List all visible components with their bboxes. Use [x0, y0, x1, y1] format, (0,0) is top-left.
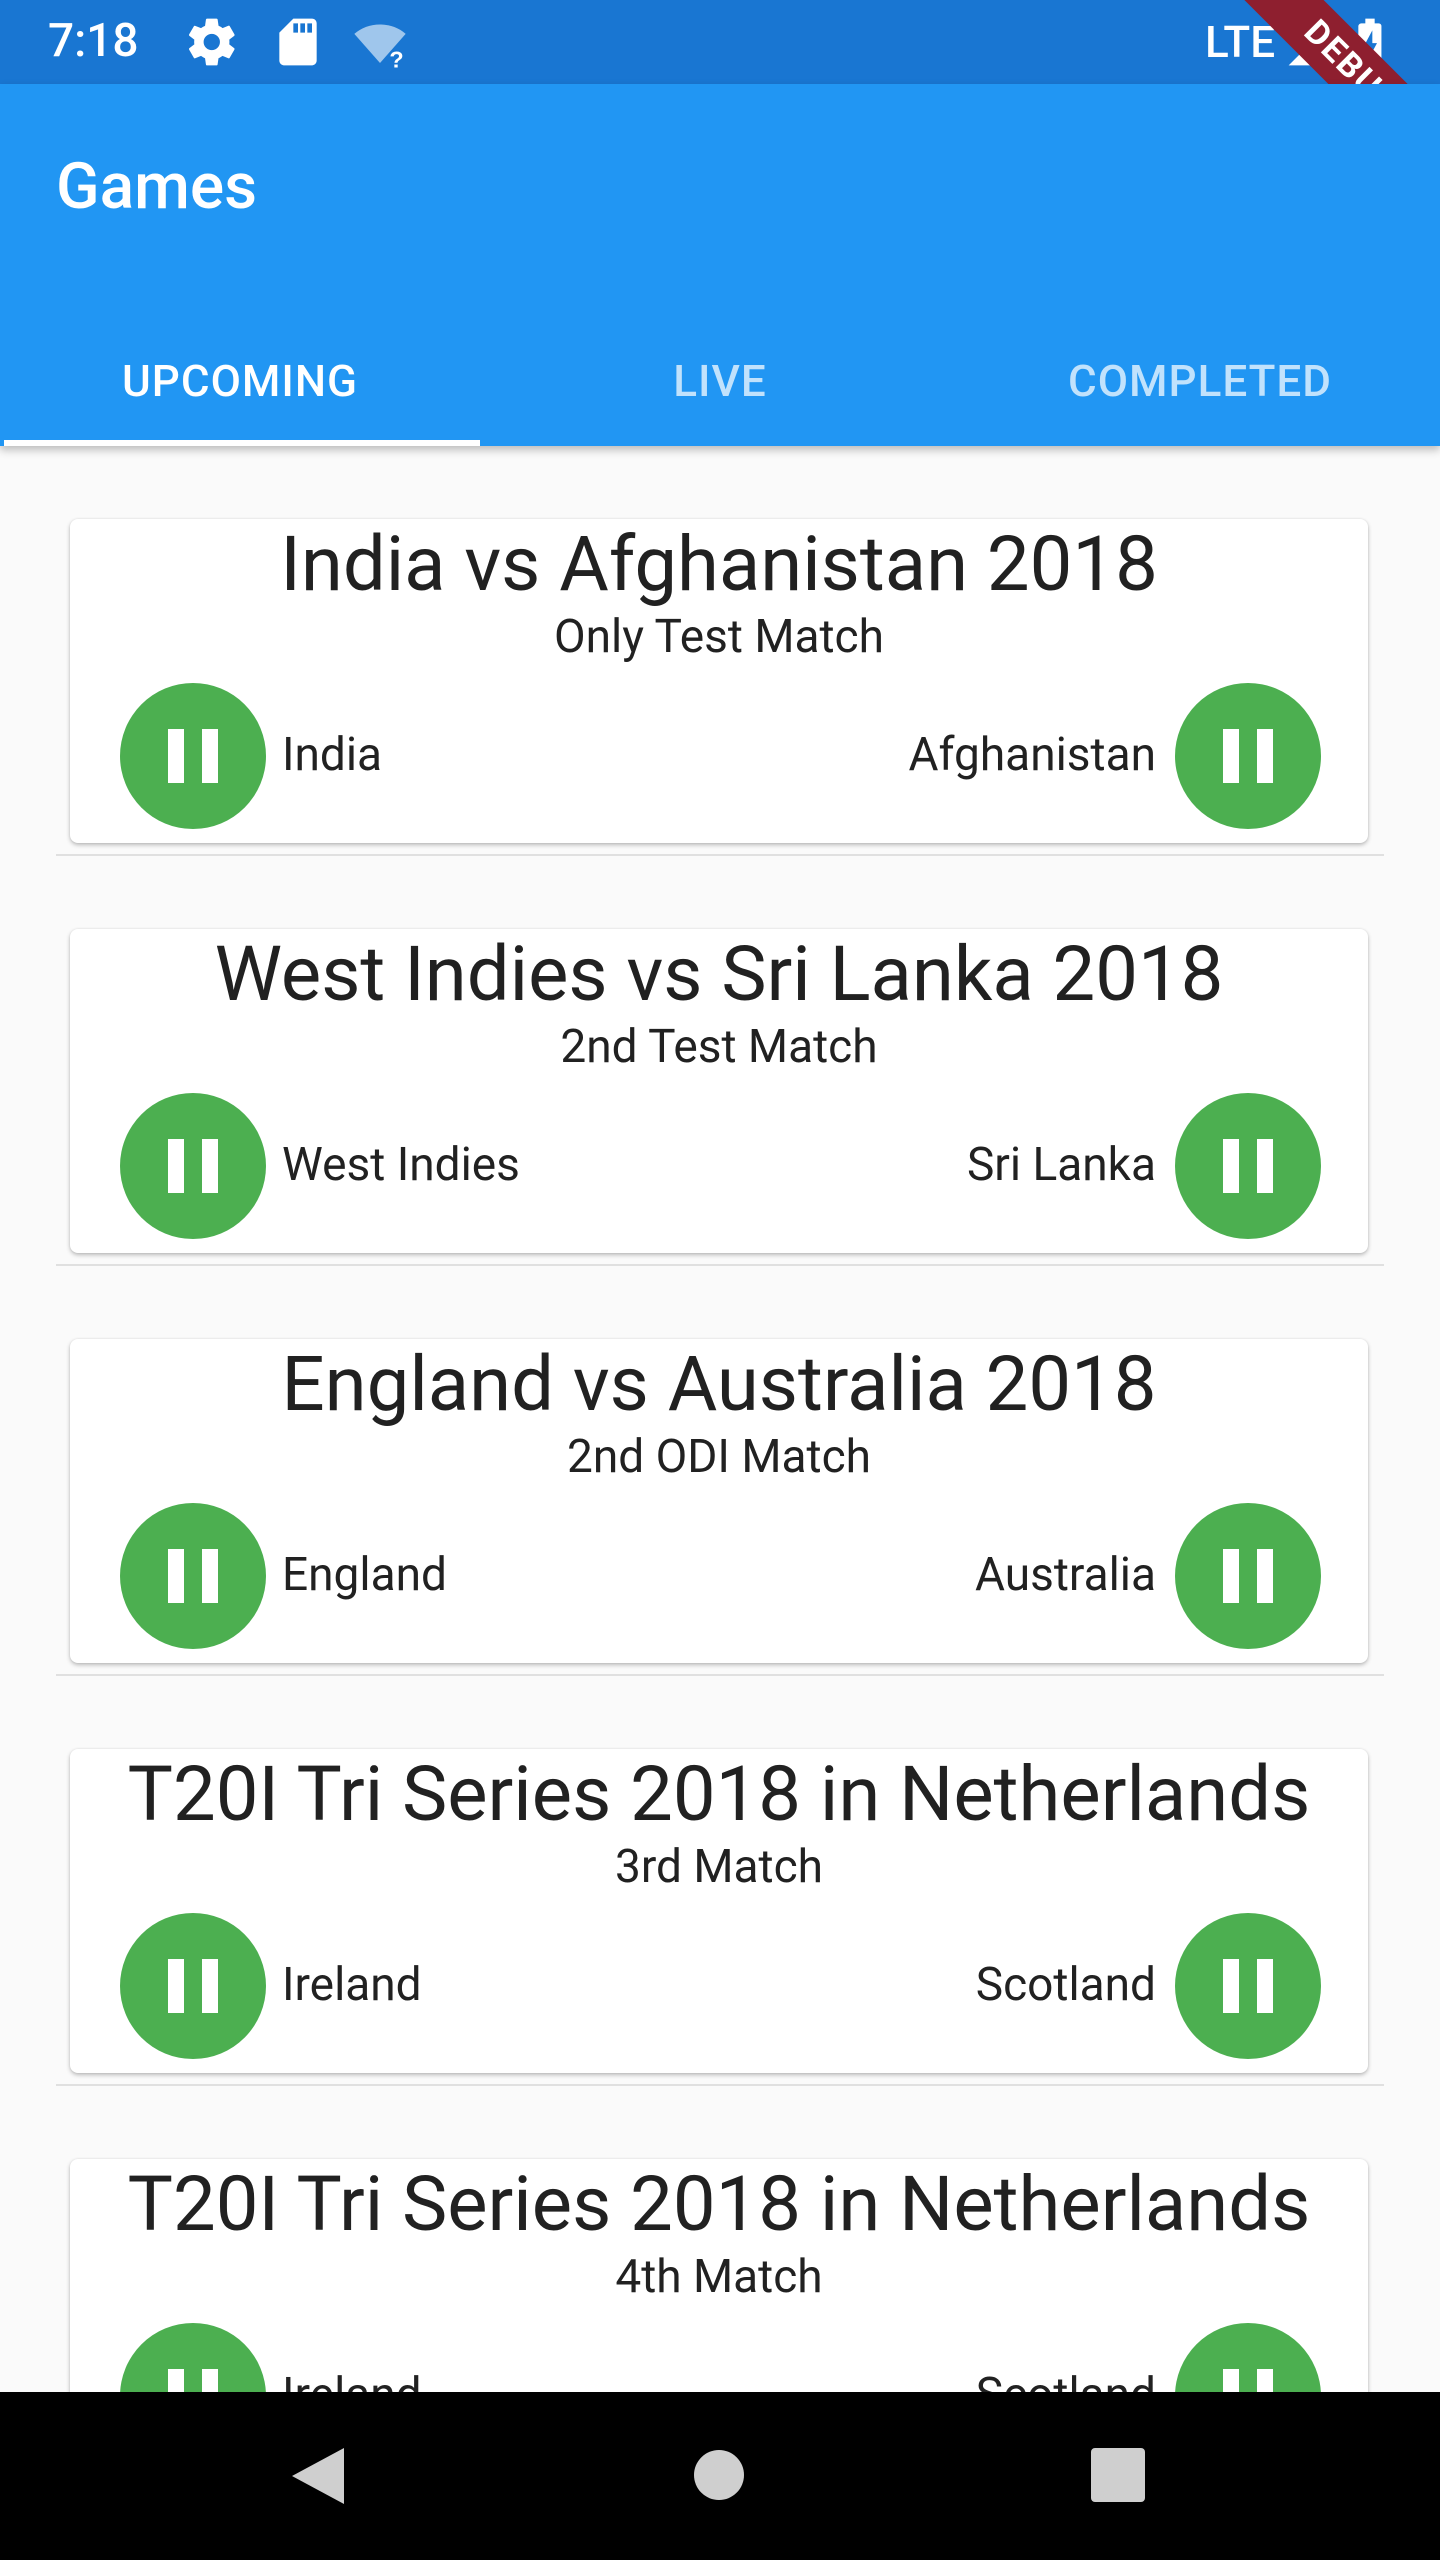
pause-icon — [168, 1959, 218, 2013]
team-name: Ireland — [282, 1958, 422, 2012]
svg-text:?: ? — [389, 47, 403, 70]
team-avatar — [120, 1093, 266, 1239]
list-item: T20I Tri Series 2018 in Netherlands 3rd … — [0, 1676, 1440, 2086]
match-subtitle: 2nd Test Match — [560, 1020, 878, 1074]
system-nav-bar — [0, 2392, 1440, 2560]
list-item: England vs Australia 2018 2nd ODI Match … — [0, 1266, 1440, 1676]
match-title: T20I Tri Series 2018 in Netherlands — [127, 1749, 1311, 1839]
match-card[interactable]: West Indies vs Sri Lanka 2018 2nd Test M… — [70, 929, 1368, 1253]
team-name: Afghanistan — [908, 728, 1156, 782]
team-avatar — [1175, 2323, 1321, 2392]
pause-icon — [1223, 729, 1273, 783]
tab-label: COMPLETED — [1067, 355, 1333, 407]
tab-completed[interactable]: COMPLETED — [960, 316, 1440, 446]
match-card[interactable]: England vs Australia 2018 2nd ODI Match … — [70, 1339, 1368, 1663]
match-card[interactable]: T20I Tri Series 2018 in Netherlands 4th … — [70, 2159, 1368, 2392]
pause-icon — [1223, 1139, 1273, 1193]
team-avatar — [120, 2323, 266, 2392]
tab-upcoming[interactable]: UPCOMING — [0, 316, 480, 446]
match-title: India vs Afghanistan 2018 — [280, 519, 1158, 609]
sd-card-icon — [279, 18, 317, 66]
list-item: T20I Tri Series 2018 in Netherlands 4th … — [0, 2086, 1440, 2392]
team-name: Sri Lanka — [966, 1138, 1156, 1192]
team-avatar — [1175, 1913, 1321, 2059]
pause-icon — [168, 1549, 218, 1603]
network-type: LTE — [1205, 16, 1276, 68]
back-icon[interactable] — [292, 2448, 344, 2504]
match-title: T20I Tri Series 2018 in Netherlands — [127, 2159, 1311, 2249]
match-title: England vs Australia 2018 — [281, 1339, 1157, 1429]
wifi-unknown-icon: ? — [354, 24, 406, 70]
match-subtitle: 2nd ODI Match — [566, 1430, 871, 1484]
team-avatar — [120, 1913, 266, 2059]
match-list[interactable]: India vs Afghanistan 2018 Only Test Matc… — [0, 446, 1440, 2392]
team-name: Ireland — [282, 2365, 422, 2392]
team-avatar — [1175, 1503, 1321, 1649]
list-item: India vs Afghanistan 2018 Only Test Matc… — [0, 446, 1440, 856]
home-icon[interactable] — [694, 2450, 744, 2500]
tab-bar: UPCOMING LIVE COMPLETED — [0, 316, 1440, 446]
team-avatar — [1175, 1093, 1321, 1239]
recents-icon[interactable] — [1091, 2448, 1145, 2502]
list-item: West Indies vs Sri Lanka 2018 2nd Test M… — [0, 856, 1440, 1266]
status-time: 7:18 — [48, 14, 139, 68]
pause-icon — [168, 1139, 218, 1193]
match-title: West Indies vs Sri Lanka 2018 — [214, 929, 1224, 1019]
team-name: England — [282, 1548, 447, 1602]
tab-label: UPCOMING — [121, 355, 359, 407]
pause-icon — [168, 2369, 218, 2392]
pause-icon — [1223, 1549, 1273, 1603]
tab-label: LIVE — [673, 355, 767, 407]
match-subtitle: 4th Match — [615, 2250, 823, 2304]
page-title: Games — [56, 149, 258, 224]
team-name: West Indies — [282, 1138, 520, 1192]
status-bar: 7:18 ? LTE DEBUG — [0, 0, 1440, 216]
pause-icon — [1223, 1959, 1273, 2013]
pause-icon — [1223, 2369, 1273, 2392]
team-name: Scotland — [976, 2365, 1156, 2392]
team-name: Scotland — [975, 1958, 1156, 2012]
match-subtitle: Only Test Match — [554, 610, 884, 664]
tab-live[interactable]: LIVE — [480, 316, 960, 446]
match-card[interactable]: India vs Afghanistan 2018 Only Test Matc… — [70, 519, 1368, 843]
app-bar: Games UPCOMING LIVE COMPLETED — [0, 84, 1440, 446]
match-card[interactable]: T20I Tri Series 2018 in Netherlands 3rd … — [70, 1749, 1368, 2073]
team-name: Australia — [974, 1548, 1156, 1602]
team-avatar — [120, 683, 266, 829]
settings-icon — [188, 18, 235, 66]
match-subtitle: 3rd Match — [614, 1840, 823, 1894]
pause-icon — [168, 729, 218, 783]
team-avatar — [1175, 683, 1321, 829]
team-name: India — [282, 728, 383, 782]
team-avatar — [120, 1503, 266, 1649]
